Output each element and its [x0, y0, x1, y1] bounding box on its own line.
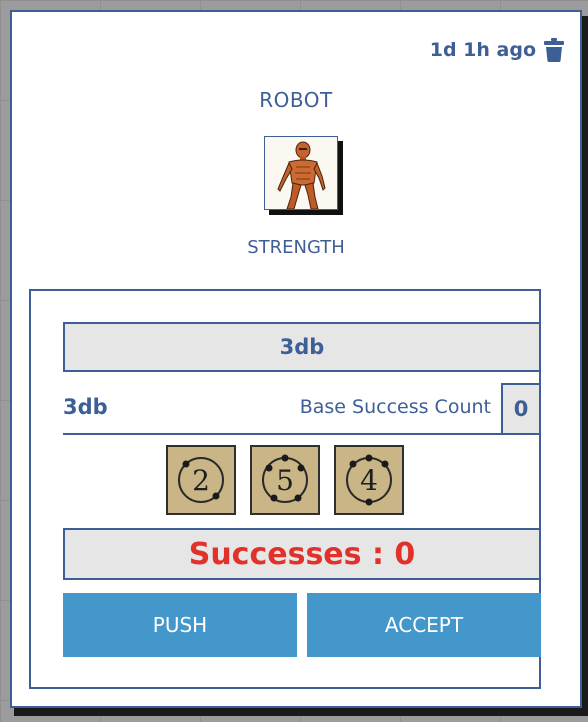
- die-value: 5: [276, 464, 294, 497]
- dice-pool-display: 3db: [63, 322, 541, 372]
- pool-label: 3db: [63, 395, 108, 419]
- die-4[interactable]: 4: [334, 445, 404, 515]
- base-success-value[interactable]: 0: [501, 383, 541, 435]
- character-name: ROBOT: [259, 88, 333, 112]
- die-face-icon: 5: [262, 454, 308, 503]
- roll-panel: 3db 3db Base Success Count 0 2 5 4 Succe…: [29, 289, 541, 689]
- character-portrait: [264, 136, 343, 215]
- pool-row: 3db Base Success Count 0: [63, 383, 541, 435]
- die-face-icon: 4: [346, 454, 392, 506]
- roll-card: 1d 1h ago ROBOT STRENGTH 3db 3db Base Su…: [10, 10, 582, 708]
- trash-icon[interactable]: [544, 38, 564, 62]
- base-success-label: Base Success Count: [299, 396, 491, 418]
- successes-text: Successes : 0: [188, 536, 416, 572]
- die-value: 2: [192, 464, 210, 497]
- dice-row: 2 5 4: [31, 445, 539, 515]
- timestamp-row: 1d 1h ago: [430, 38, 564, 62]
- timestamp: 1d 1h ago: [429, 39, 536, 61]
- die-5[interactable]: 5: [250, 445, 320, 515]
- robot-portrait-icon: [264, 136, 338, 210]
- die-2[interactable]: 2: [166, 445, 236, 515]
- successes-display: Successes : 0: [63, 528, 541, 580]
- die-face-icon: 2: [178, 457, 224, 503]
- die-value: 4: [360, 464, 378, 497]
- accept-button[interactable]: ACCEPT: [307, 593, 541, 657]
- push-button[interactable]: PUSH: [63, 593, 297, 657]
- attribute-label: STRENGTH: [247, 237, 345, 258]
